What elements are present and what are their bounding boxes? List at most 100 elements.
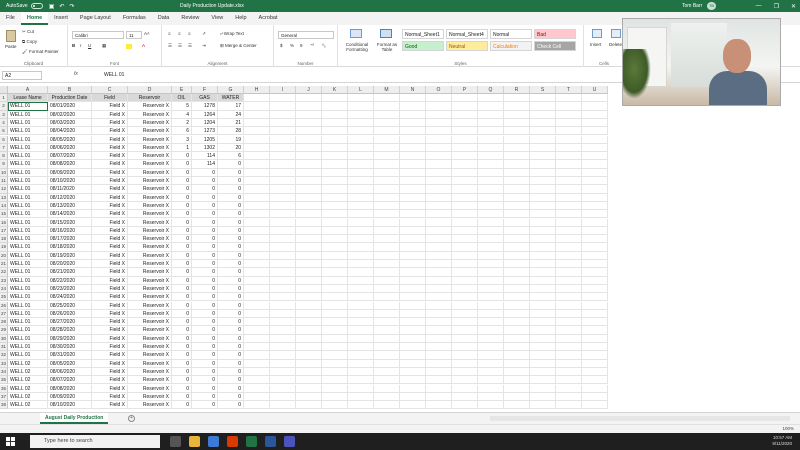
empty-cell[interactable] (530, 334, 556, 343)
table-cell[interactable]: Reservoir X (128, 210, 172, 219)
empty-cell[interactable] (478, 201, 504, 211)
table-cell[interactable]: 0 (192, 392, 218, 402)
empty-cell[interactable] (400, 185, 426, 194)
empty-cell[interactable] (478, 102, 504, 111)
empty-cell[interactable] (348, 94, 374, 103)
empty-cell[interactable] (530, 376, 556, 385)
empty-cell[interactable] (400, 401, 426, 410)
empty-cell[interactable] (530, 367, 556, 377)
table-cell[interactable]: WELL 01 (8, 152, 48, 161)
empty-cell[interactable] (478, 367, 504, 377)
select-all-corner[interactable] (0, 86, 8, 94)
table-cell[interactable]: Reservoir X (128, 309, 172, 319)
task-view-icon[interactable] (170, 436, 181, 447)
table-cell[interactable]: 08/10/2020 (48, 401, 92, 410)
empty-cell[interactable] (504, 359, 530, 368)
table-cell[interactable]: 0 (172, 260, 192, 269)
empty-cell[interactable] (400, 284, 426, 294)
empty-cell[interactable] (296, 276, 322, 285)
table-cell[interactable]: WELL 01 (8, 235, 48, 244)
column-header-f[interactable]: F (192, 86, 218, 94)
table-cell[interactable]: 0 (192, 318, 218, 327)
table-cell[interactable]: 0 (192, 326, 218, 335)
empty-cell[interactable] (530, 351, 556, 360)
row-header[interactable]: 25 (0, 293, 8, 302)
save-icon[interactable]: ▣ (49, 3, 55, 10)
table-cell[interactable]: 0 (192, 235, 218, 244)
empty-cell[interactable] (556, 168, 582, 177)
empty-cell[interactable] (322, 118, 348, 128)
table-cell[interactable]: WELL 02 (8, 367, 48, 377)
table-cell[interactable]: 0 (218, 276, 244, 285)
empty-cell[interactable] (452, 367, 478, 377)
empty-cell[interactable] (426, 152, 452, 161)
empty-cell[interactable] (270, 226, 296, 236)
empty-cell[interactable] (322, 168, 348, 177)
empty-cell[interactable] (244, 301, 270, 310)
empty-cell[interactable] (244, 152, 270, 161)
empty-cell[interactable] (244, 201, 270, 211)
row-header[interactable]: 12 (0, 185, 8, 194)
empty-cell[interactable] (530, 210, 556, 219)
empty-cell[interactable] (244, 376, 270, 385)
empty-cell[interactable] (374, 334, 400, 343)
table-cell[interactable]: Reservoir X (128, 367, 172, 377)
table-cell[interactable]: Reservoir X (128, 376, 172, 385)
empty-cell[interactable] (296, 185, 322, 194)
empty-cell[interactable] (348, 401, 374, 410)
empty-cell[interactable] (270, 301, 296, 310)
table-cell[interactable]: 0 (218, 293, 244, 302)
empty-cell[interactable] (296, 210, 322, 219)
table-cell[interactable]: Field X (92, 376, 128, 385)
empty-cell[interactable] (478, 268, 504, 277)
table-cell[interactable]: WELL 01 (8, 284, 48, 294)
empty-cell[interactable] (556, 102, 582, 111)
empty-cell[interactable] (426, 127, 452, 136)
table-cell[interactable]: WELL 01 (8, 226, 48, 236)
table-cell[interactable]: Field X (92, 185, 128, 194)
empty-cell[interactable] (374, 276, 400, 285)
empty-cell[interactable] (504, 135, 530, 144)
empty-cell[interactable] (452, 152, 478, 161)
table-cell[interactable]: 08/21/2020 (48, 268, 92, 277)
table-cell[interactable]: WELL 02 (8, 359, 48, 368)
empty-cell[interactable] (296, 376, 322, 385)
tab-insert[interactable]: Insert (48, 12, 74, 25)
row-header[interactable]: 6 (0, 135, 8, 144)
empty-cell[interactable] (374, 185, 400, 194)
empty-cell[interactable] (374, 127, 400, 136)
clock[interactable]: 10:57 AM 9/11/2020 (772, 435, 792, 447)
table-cell[interactable]: WELL 01 (8, 218, 48, 227)
empty-cell[interactable] (426, 284, 452, 294)
row-header[interactable]: 7 (0, 143, 8, 153)
table-cell[interactable]: Field X (92, 201, 128, 211)
table-cell[interactable]: Reservoir X (128, 301, 172, 310)
table-cell[interactable]: 0 (172, 392, 192, 402)
table-cell[interactable]: Field X (92, 210, 128, 219)
table-cell[interactable]: 0 (218, 226, 244, 236)
empty-cell[interactable] (244, 334, 270, 343)
empty-cell[interactable] (530, 284, 556, 294)
table-cell[interactable]: 0 (172, 318, 192, 327)
table-cell[interactable]: 0 (172, 160, 192, 169)
table-cell[interactable]: Field X (92, 143, 128, 153)
empty-cell[interactable] (322, 334, 348, 343)
empty-cell[interactable] (244, 251, 270, 260)
tab-help[interactable]: Help (229, 12, 252, 25)
table-cell[interactable]: 08/25/2020 (48, 301, 92, 310)
row-header[interactable]: 16 (0, 218, 8, 227)
row-header[interactable]: 14 (0, 201, 8, 211)
conditional-formatting-button[interactable]: Conditional Formatting (342, 42, 372, 52)
table-cell[interactable]: Reservoir X (128, 251, 172, 260)
empty-cell[interactable] (582, 318, 608, 327)
column-header-m[interactable]: M (374, 86, 400, 94)
table-cell[interactable]: 08/03/2020 (48, 118, 92, 128)
empty-cell[interactable] (400, 301, 426, 310)
empty-cell[interactable] (452, 235, 478, 244)
empty-cell[interactable] (244, 293, 270, 302)
table-cell[interactable]: 0 (192, 367, 218, 377)
empty-cell[interactable] (348, 152, 374, 161)
empty-cell[interactable] (296, 284, 322, 294)
empty-cell[interactable] (530, 201, 556, 211)
table-cell[interactable]: Reservoir X (128, 235, 172, 244)
